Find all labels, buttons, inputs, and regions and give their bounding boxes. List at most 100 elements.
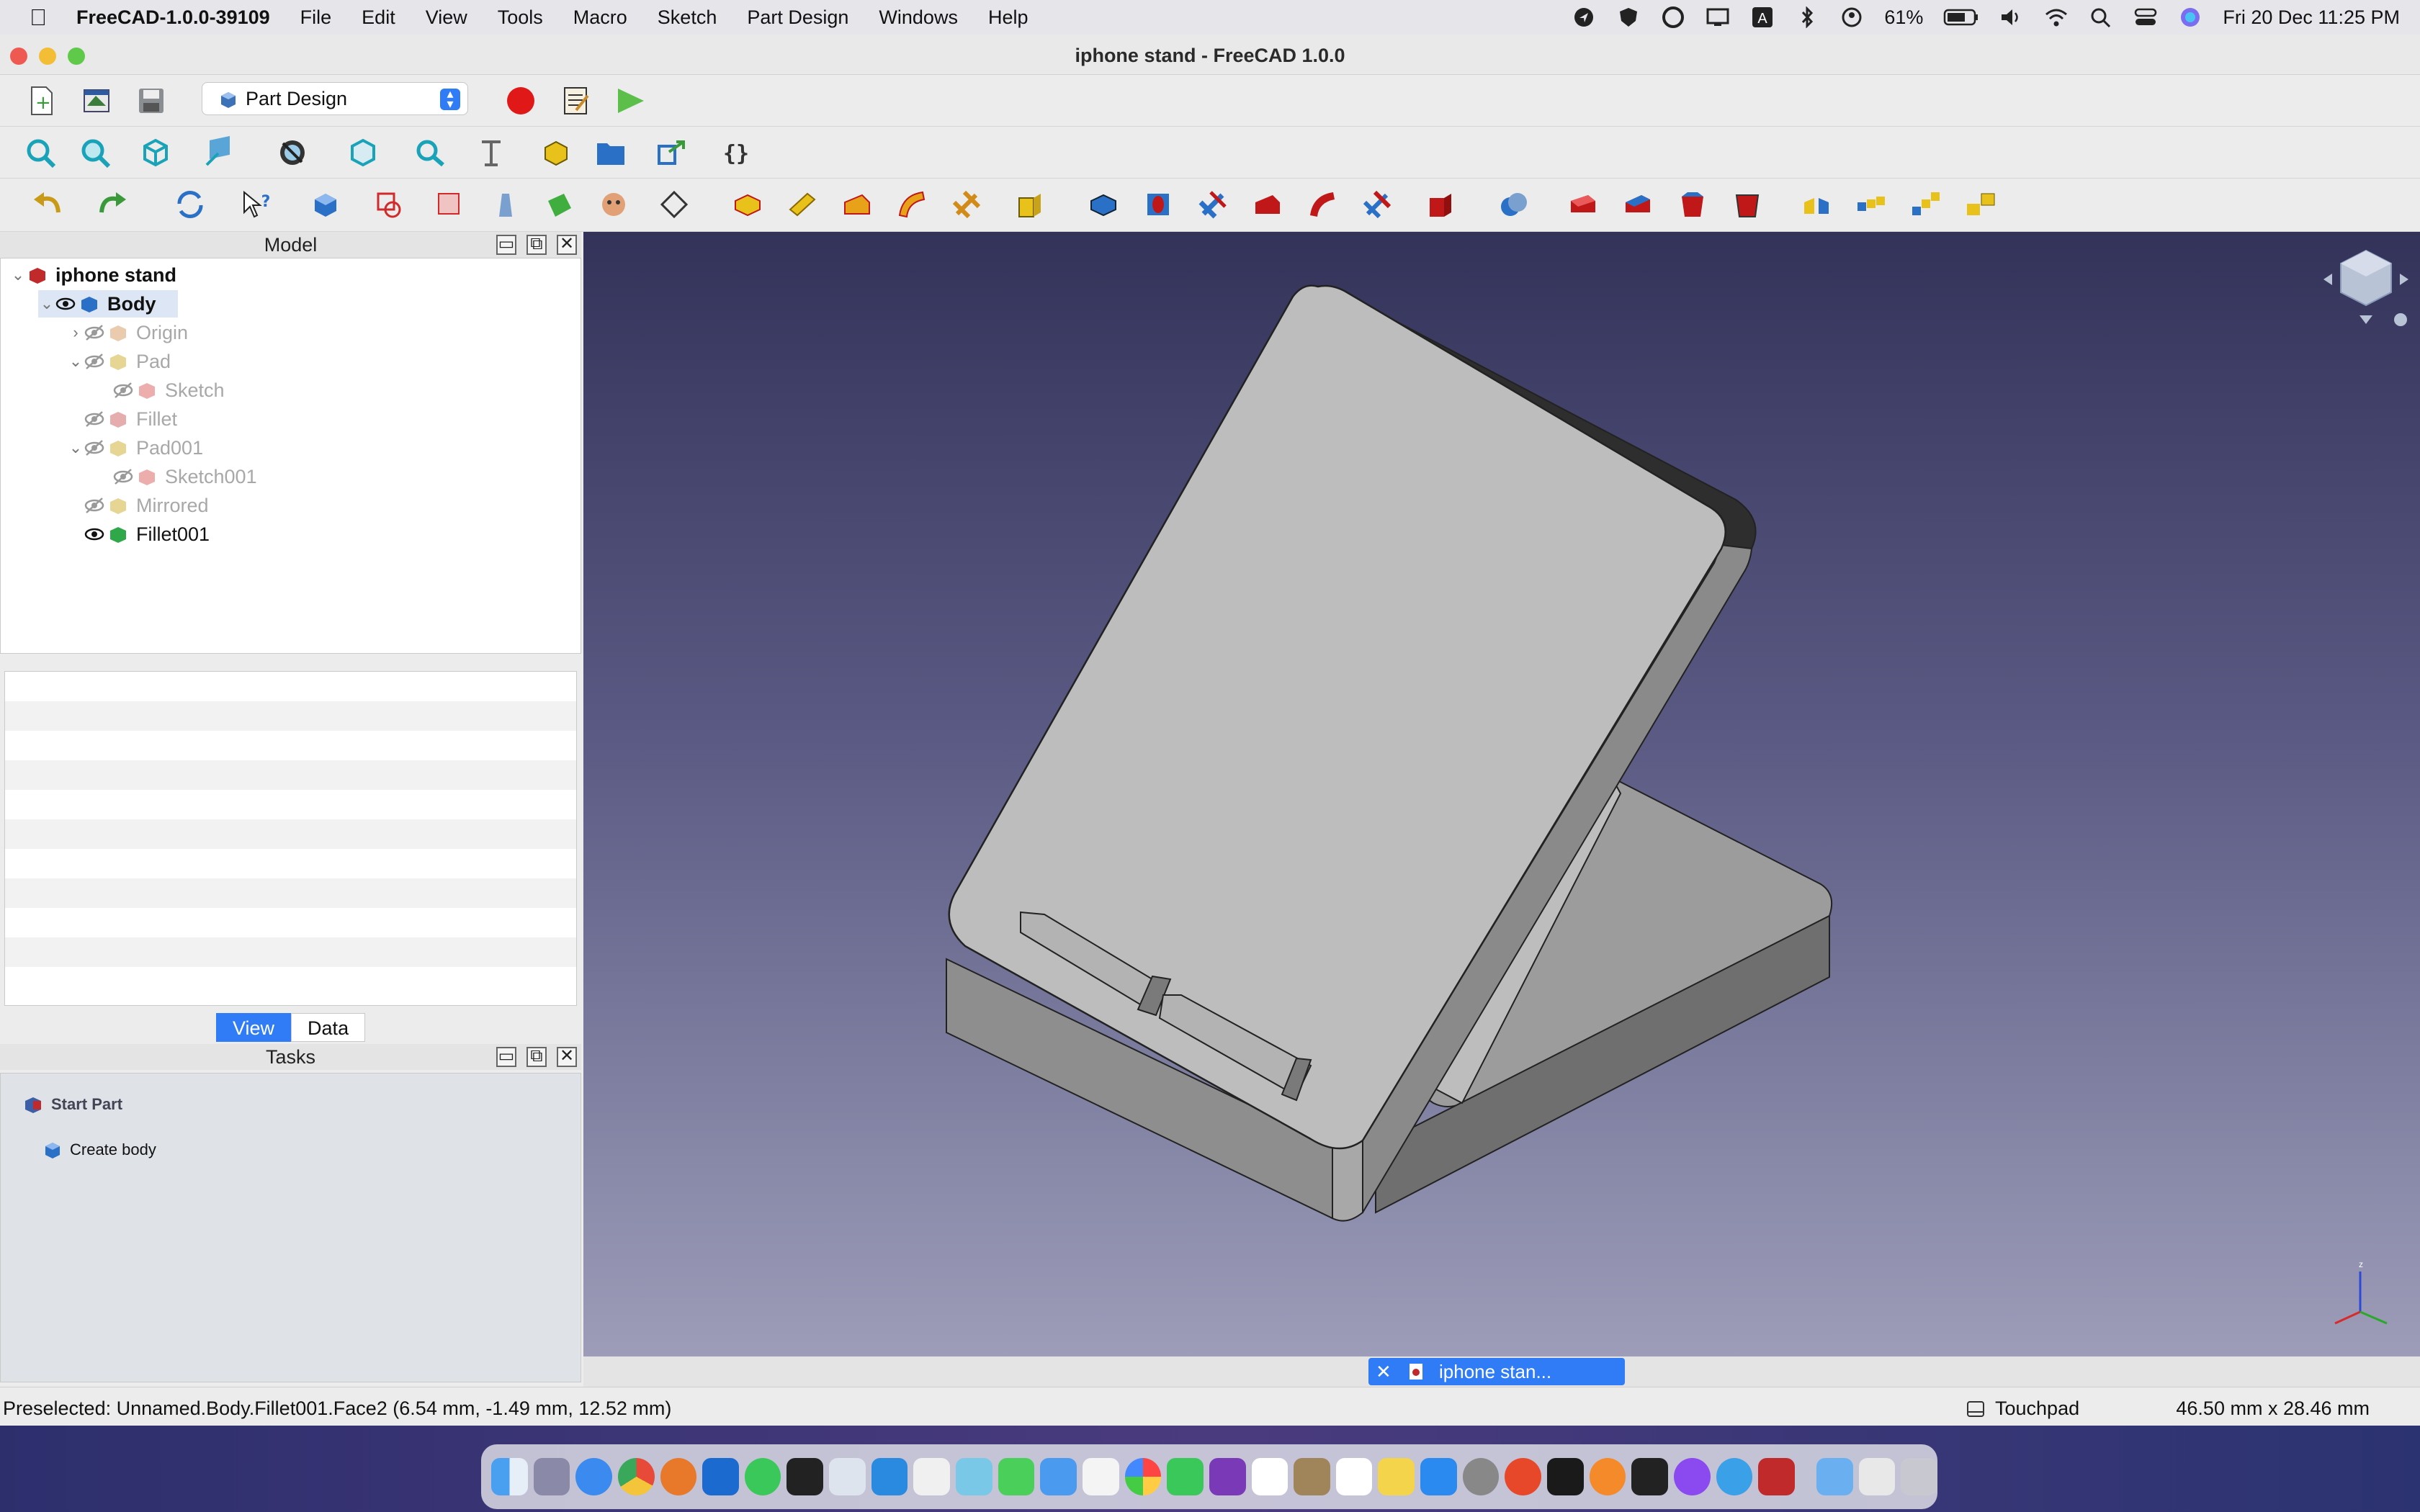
- iphone-stand-model[interactable]: [583, 232, 2420, 1356]
- tree-item[interactable]: › Origin: [67, 319, 188, 346]
- create-sketch-icon[interactable]: [370, 186, 408, 223]
- vscode-icon[interactable]: [871, 1458, 908, 1495]
- facetime-icon[interactable]: [1167, 1458, 1204, 1495]
- tree-expander-icon[interactable]: ⌄: [67, 352, 84, 371]
- execute-macro-button[interactable]: [611, 82, 649, 120]
- open-document-button[interactable]: [78, 82, 115, 120]
- archive-icon[interactable]: [1294, 1458, 1330, 1495]
- bluetooth-icon[interactable]: [1795, 6, 1819, 29]
- menu-view[interactable]: View: [411, 6, 483, 29]
- apple-menu-icon[interactable]: : [0, 4, 76, 31]
- menu-macro[interactable]: Macro: [558, 6, 642, 29]
- navigation-style[interactable]: Touchpad: [1966, 1398, 2079, 1420]
- record-macro-button[interactable]: [502, 82, 539, 120]
- hidden-eye-icon[interactable]: [84, 497, 104, 514]
- trash-icon[interactable]: [1901, 1458, 1937, 1495]
- vpn-icon[interactable]: [1589, 1458, 1626, 1495]
- menu-windows[interactable]: Windows: [864, 6, 973, 29]
- inkscape-icon[interactable]: [1631, 1458, 1668, 1495]
- datum-plane-icon[interactable]: [655, 186, 693, 223]
- create-body-icon[interactable]: [307, 186, 344, 223]
- save-document-button[interactable]: [133, 82, 170, 120]
- validate-sketch-icon[interactable]: [431, 186, 468, 223]
- menu-edit[interactable]: Edit: [346, 6, 411, 29]
- shape-binder-icon[interactable]: [487, 186, 524, 223]
- macro-editor-button[interactable]: [557, 82, 594, 120]
- measure-distance-icon[interactable]: [472, 134, 510, 171]
- 3d-viewport[interactable]: z: [583, 232, 2420, 1356]
- python-expression-icon[interactable]: {}: [717, 134, 755, 171]
- subshape-binder-icon[interactable]: [540, 186, 578, 223]
- mirrored-icon[interactable]: [1798, 186, 1835, 223]
- revolution-icon[interactable]: [784, 186, 821, 223]
- activity-monitor-icon[interactable]: [1547, 1458, 1584, 1495]
- stickies-icon[interactable]: [1378, 1458, 1415, 1495]
- terminal-icon[interactable]: [786, 1458, 824, 1495]
- visible-eye-icon[interactable]: [84, 526, 104, 543]
- panel-close-icon[interactable]: ✕: [557, 235, 577, 255]
- system-settings-icon[interactable]: [1462, 1458, 1500, 1495]
- tree-item[interactable]: Fillet001: [67, 521, 210, 548]
- tab-data[interactable]: Data: [291, 1013, 366, 1042]
- input-source-icon[interactable]: A: [1750, 6, 1775, 28]
- messages-icon[interactable]: [998, 1458, 1035, 1495]
- tree-item[interactable]: ⌄ iphone stand: [9, 261, 176, 289]
- menu-file[interactable]: File: [285, 6, 347, 29]
- tree-expander-icon[interactable]: ›: [67, 323, 84, 342]
- battery-icon[interactable]: [1943, 6, 1979, 28]
- creative-cloud-icon[interactable]: [1661, 6, 1685, 28]
- redo-icon[interactable]: [94, 186, 131, 223]
- panel-float-icon[interactable]: ⧉: [526, 1047, 547, 1067]
- additive-loft-icon[interactable]: [838, 186, 876, 223]
- hidden-eye-icon[interactable]: [84, 324, 104, 341]
- create-body-task[interactable]: Create body: [42, 1140, 156, 1160]
- compass-icon[interactable]: [1505, 1458, 1542, 1495]
- app-menu[interactable]: FreeCAD-1.0.0-39109: [76, 6, 285, 29]
- mail-icon[interactable]: [1040, 1458, 1077, 1495]
- chrome-icon[interactable]: [617, 1458, 655, 1495]
- tree-item[interactable]: Fillet: [67, 405, 177, 433]
- user-icon[interactable]: [1839, 6, 1864, 28]
- menu-sketch[interactable]: Sketch: [642, 6, 732, 29]
- spotlight-search-icon[interactable]: [2089, 6, 2113, 28]
- menu-tools[interactable]: Tools: [483, 6, 558, 29]
- thickness-icon[interactable]: [1729, 186, 1766, 223]
- boolean-icon[interactable]: [1495, 186, 1533, 223]
- location-icon[interactable]: [1572, 6, 1596, 28]
- additive-pipe-icon[interactable]: [893, 186, 931, 223]
- workbench-selector[interactable]: Part Design ▴ ▾: [202, 82, 468, 115]
- chamfer-icon[interactable]: [1619, 186, 1657, 223]
- groove-icon[interactable]: [1194, 186, 1232, 223]
- notes-icon[interactable]: [1082, 1458, 1119, 1495]
- panel-minimize-icon[interactable]: ▭: [496, 235, 516, 255]
- hidden-eye-icon[interactable]: [84, 439, 104, 456]
- additive-helix-icon[interactable]: [948, 186, 985, 223]
- tree-item[interactable]: ⌄ Body: [38, 290, 178, 318]
- tree-item[interactable]: ⌄ Pad001: [67, 434, 203, 462]
- launchpad-icon[interactable]: [533, 1458, 570, 1495]
- outlook-icon[interactable]: [702, 1458, 739, 1495]
- siri-icon[interactable]: [2178, 6, 2202, 28]
- reminders-icon[interactable]: [1335, 1458, 1373, 1495]
- pages-icon[interactable]: [913, 1458, 951, 1495]
- subtractive-pipe-icon[interactable]: [1304, 186, 1341, 223]
- messenger-icon[interactable]: [1673, 1458, 1711, 1495]
- onenote-icon[interactable]: [1209, 1458, 1246, 1495]
- subtractive-helix-icon[interactable]: [1358, 186, 1396, 223]
- hidden-eye-icon[interactable]: [113, 382, 133, 399]
- menu-help[interactable]: Help: [973, 6, 1044, 29]
- linear-pattern-icon[interactable]: [1852, 186, 1890, 223]
- create-group-icon[interactable]: [592, 134, 629, 171]
- zoom-box-icon[interactable]: [412, 134, 449, 171]
- freecad-app-icon[interactable]: [1758, 1458, 1795, 1495]
- wifi-icon[interactable]: [2044, 6, 2069, 28]
- polar-pattern-icon[interactable]: [1907, 186, 1945, 223]
- tree-item[interactable]: ⌄ Pad: [67, 348, 171, 375]
- tree-expander-icon[interactable]: ⌄: [9, 266, 27, 284]
- measure-icon[interactable]: [200, 134, 238, 171]
- volume-icon[interactable]: [1999, 6, 2024, 28]
- document-tab[interactable]: ✕ iphone stan...: [1368, 1358, 1625, 1385]
- draft-icon[interactable]: [1674, 186, 1711, 223]
- bounding-box-icon[interactable]: [344, 134, 382, 171]
- undo-icon[interactable]: [29, 186, 66, 223]
